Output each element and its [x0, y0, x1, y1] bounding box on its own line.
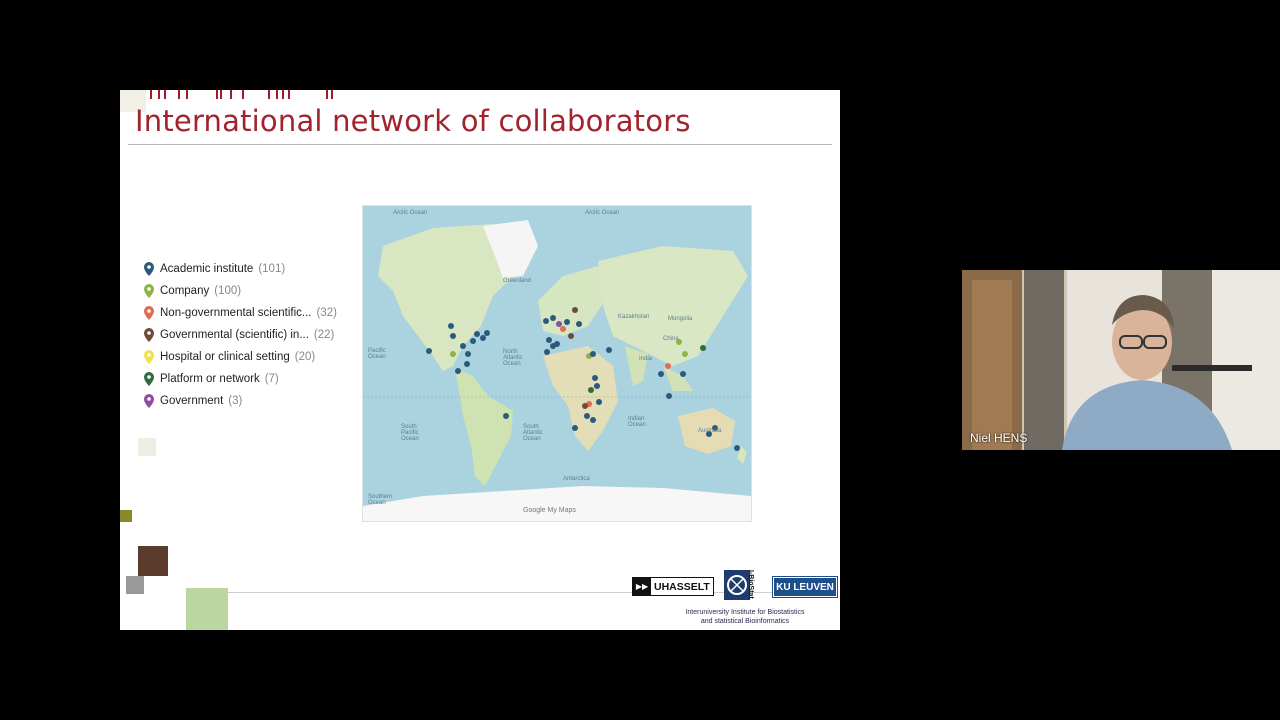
- map-label: China: [663, 336, 679, 342]
- legend-item-platform: Platform or network (7): [142, 368, 362, 390]
- google-my-maps-attribution: Google My Maps: [523, 507, 576, 514]
- ku-leuven-logo: KU LEUVEN: [772, 576, 838, 598]
- map-pin-icon: [144, 350, 154, 364]
- legend-item-academic: Academic institute (101): [142, 258, 362, 280]
- legend-count: (101): [258, 263, 286, 275]
- legend-count: (20): [294, 351, 316, 363]
- map-label: Arctic Ocean: [585, 210, 620, 216]
- map-label: Kazakhstan: [618, 314, 650, 320]
- institution-logos: ▶▶ UHASSELT I-BioStat KU LEUVEN Interuni…: [632, 568, 840, 630]
- decorative-square: [138, 438, 156, 456]
- map-label: Antarctica: [563, 476, 590, 482]
- map-label: Greenland: [503, 278, 532, 284]
- institute-caption: Interuniversity Institute for Biostatist…: [670, 608, 820, 626]
- map-label: Australia: [698, 428, 722, 434]
- legend-item-company: Company (100): [142, 280, 362, 302]
- title-decoration-ticks: [120, 90, 350, 100]
- legend-item-hospital: Hospital or clinical setting (20): [142, 346, 362, 368]
- participant-video-tile[interactable]: Niel HENS: [962, 270, 1280, 450]
- legend-item-governmental-scientific: Governmental (scientific) in... (22): [142, 324, 362, 346]
- ibiostat-logo: [724, 570, 750, 600]
- map-label: Southern Ocean: [368, 494, 393, 506]
- slide-title: International network of collaborators: [135, 104, 691, 138]
- map-legend: Academic institute (101) Company (100) N…: [142, 258, 362, 412]
- legend-item-government: Government (3): [142, 390, 362, 412]
- uhasselt-logo-text: UHASSELT: [654, 580, 710, 593]
- decorative-square: [138, 546, 168, 576]
- map-label: Indian Ocean: [628, 416, 646, 428]
- legend-label: Platform or network: [160, 373, 260, 385]
- decorative-square: [120, 510, 132, 522]
- shared-screen-area: International network of collaborators A…: [0, 0, 960, 720]
- legend-count: (3): [228, 395, 243, 407]
- participant-video-image: [962, 270, 1280, 450]
- map-land-shapes: [363, 220, 751, 521]
- legend-label: Non-governmental scientific...: [160, 307, 312, 319]
- map-pin-icon: [144, 394, 154, 408]
- ibiostat-logo-text: I-BioStat: [747, 570, 754, 599]
- institute-caption-line: Interuniversity Institute for Biostatist…: [685, 609, 805, 616]
- uhasselt-logo: ▶▶ UHASSELT: [632, 577, 714, 596]
- map-label: Arctic Ocean: [393, 210, 428, 216]
- legend-label: Government: [160, 395, 224, 407]
- map-label: South Atlantic Ocean: [523, 424, 543, 442]
- institute-caption-line: and statistical Bioinformatics: [700, 618, 790, 625]
- map-label: Pacific Ocean: [368, 348, 386, 360]
- map-pin-icon: [144, 284, 154, 298]
- presentation-slide: International network of collaborators A…: [120, 90, 840, 630]
- decorative-square: [186, 588, 228, 630]
- map-pin-icon: [144, 372, 154, 386]
- map-label: India: [639, 356, 653, 362]
- legend-count: (22): [313, 329, 335, 341]
- map-pin-icon: [144, 328, 154, 342]
- decorative-square: [126, 576, 144, 594]
- legend-label: Company: [160, 285, 210, 297]
- map-label: South Pacific Ocean: [401, 424, 419, 442]
- legend-count: (100): [214, 285, 242, 297]
- legend-label: Hospital or clinical setting: [160, 351, 290, 363]
- title-divider: [128, 144, 832, 145]
- participant-name-label: Niel HENS: [970, 431, 1028, 445]
- legend-count: (7): [264, 373, 279, 385]
- legend-label: Governmental (scientific) in...: [160, 329, 309, 341]
- world-map[interactable]: Arctic Ocean Arctic Ocean Greenland Paci…: [362, 205, 752, 522]
- map-label: North Atlantic Ocean: [503, 349, 523, 367]
- map-pin-icon: [144, 262, 154, 276]
- legend-label: Academic institute: [160, 263, 254, 275]
- forward-icon: ▶▶: [633, 578, 651, 595]
- legend-item-ngo: Non-governmental scientific... (32): [142, 302, 362, 324]
- map-pin-icon: [144, 306, 154, 320]
- legend-count: (32): [316, 307, 337, 319]
- map-label: Mongolia: [668, 316, 693, 322]
